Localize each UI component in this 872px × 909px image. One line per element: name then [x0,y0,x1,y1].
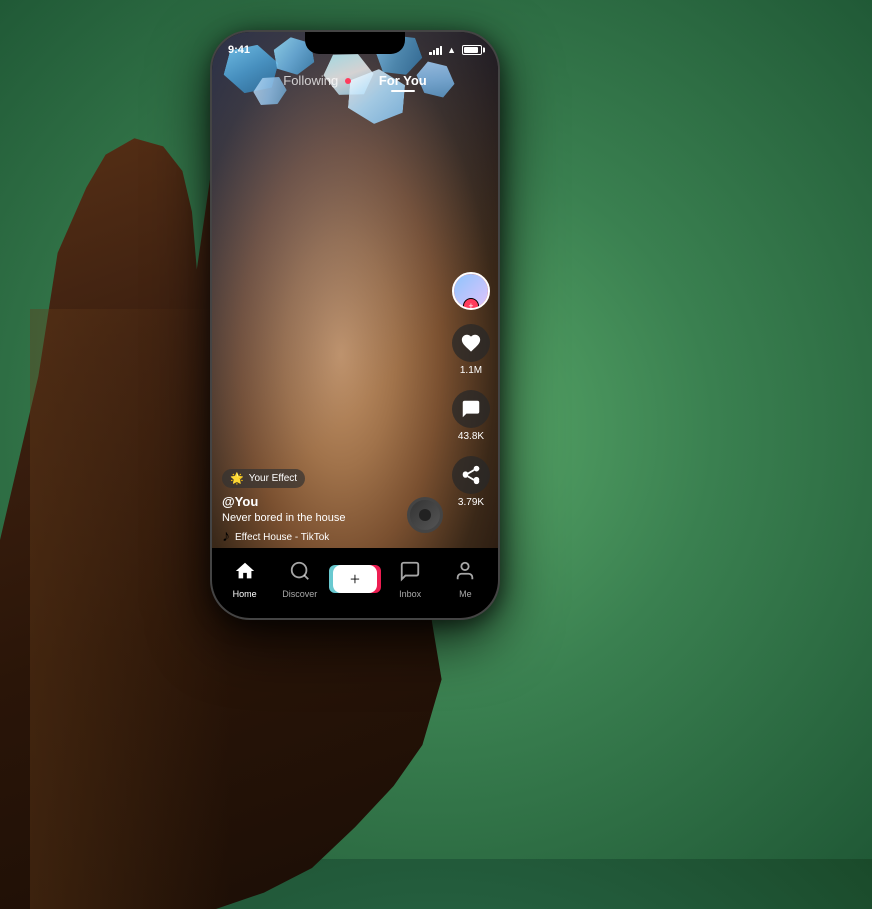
create-button-label: + [333,565,377,593]
effect-text: Your Effect [249,473,297,484]
scene: 9:41 ▲ [0,0,872,859]
tab-following[interactable]: Following [283,73,351,88]
home-label: Home [233,589,257,599]
nav-create[interactable]: + [332,565,377,593]
phone: 9:41 ▲ [210,30,500,620]
share-icon [460,464,482,486]
share-button-item[interactable]: 3.79K [452,456,490,508]
wifi-icon: ▲ [447,45,456,55]
nav-home[interactable]: Home [222,560,267,599]
effect-emoji: 🌟 [230,472,244,485]
battery-icon [462,45,482,55]
caption: Never bored in the house [222,512,443,524]
username[interactable]: @You [222,494,443,509]
me-icon [454,560,476,586]
share-icon-circle[interactable] [452,456,490,494]
status-time: 9:41 [228,44,250,56]
discover-label: Discover [282,589,317,599]
nav-inbox[interactable]: Inbox [388,560,433,599]
heart-icon-circle[interactable] [452,324,490,362]
top-nav: Following For You [212,62,498,98]
heart-icon [460,332,482,354]
create-button[interactable]: + [333,565,377,593]
music-note-icon: ♪ [222,528,230,546]
phone-frame: 9:41 ▲ [210,30,500,620]
phone-screen: 9:41 ▲ [212,32,498,618]
me-label: Me [459,589,472,599]
music-row: ♪ Effect House - TikTok [222,528,443,546]
live-dot [345,78,351,84]
tab-for-you[interactable]: For You [379,73,427,88]
like-button-item[interactable]: 1.1M [452,324,490,376]
status-icons: ▲ [429,45,482,55]
creator-avatar[interactable]: + [452,272,490,310]
like-count: 1.1M [460,365,482,376]
video-info: 🌟 Your Effect @You Never bored in the ho… [222,469,443,546]
nav-me[interactable]: Me [443,560,488,599]
comment-icon-circle[interactable] [452,390,490,428]
effect-badge[interactable]: 🌟 Your Effect [222,469,305,488]
inbox-icon [399,560,421,586]
bottom-nav: Home Discover [212,548,498,618]
nav-discover[interactable]: Discover [277,560,322,599]
battery-fill [464,47,478,53]
side-actions: + 1.1M [452,272,490,508]
discover-icon [289,560,311,586]
notch [305,32,405,54]
home-icon [234,560,256,586]
follow-plus-button[interactable]: + [463,298,479,310]
comment-button-item[interactable]: 43.8K [452,390,490,442]
inbox-label: Inbox [399,589,421,599]
music-text: Effect House - TikTok [235,532,329,543]
creator-avatar-item: + [452,272,490,310]
signal-icon [429,46,443,55]
comment-icon [460,398,482,420]
comment-count: 43.8K [458,431,484,442]
share-count: 3.79K [458,497,484,508]
